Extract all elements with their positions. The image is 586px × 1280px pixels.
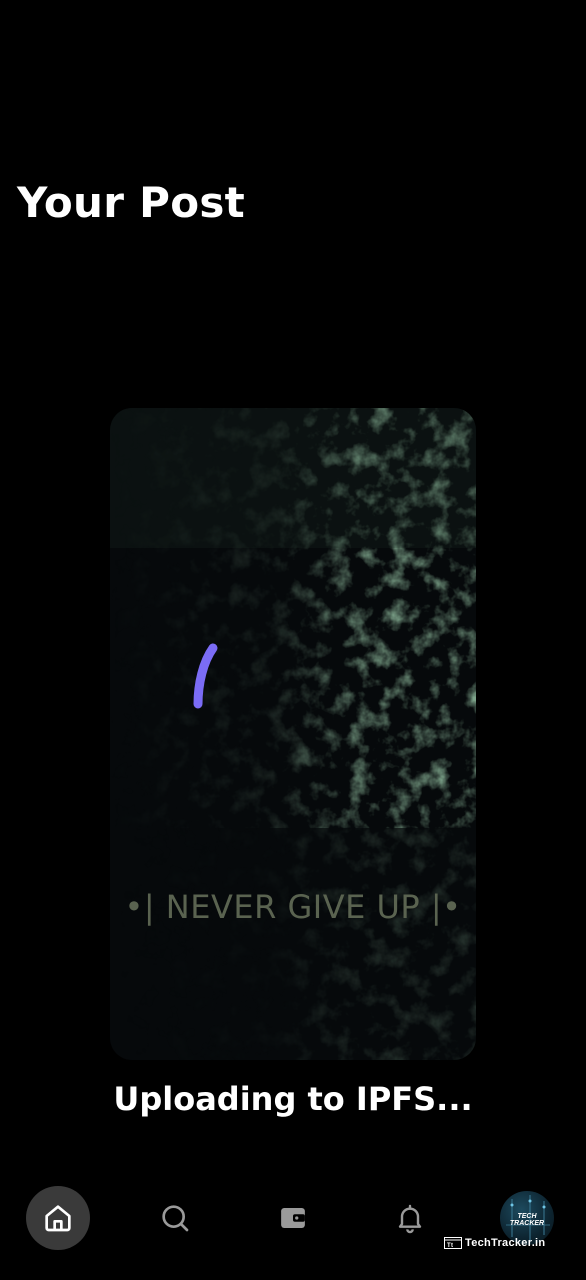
browser-icon: Tt	[444, 1237, 462, 1249]
nav-home-button[interactable]	[26, 1186, 90, 1250]
bell-icon	[398, 1204, 422, 1234]
watermark: Tt TechTracker.in	[444, 1237, 545, 1249]
avatar-label: TECH TRACKER	[509, 1213, 545, 1227]
bottom-navigation: TECH TRACKER Tt TechTracker.in	[0, 1160, 586, 1280]
wallet-icon	[281, 1208, 305, 1228]
nav-wallet-button[interactable]	[261, 1186, 325, 1250]
home-icon	[45, 1205, 71, 1232]
watermark-text: TechTracker.in	[465, 1237, 546, 1249]
nav-search-button[interactable]	[143, 1186, 207, 1250]
upload-status: Uploading to IPFS...	[113, 1080, 473, 1118]
page-title: Your Post	[17, 178, 246, 227]
nav-notifications-button[interactable]	[378, 1186, 442, 1250]
post-caption: •| NEVER GIVE UP |•	[124, 888, 462, 926]
loading-spinner	[193, 643, 218, 709]
post-image	[110, 408, 476, 1060]
search-icon	[162, 1205, 189, 1232]
svg-text:Tt: Tt	[447, 1243, 453, 1249]
post-preview: •| NEVER GIVE UP |•	[110, 408, 476, 1060]
